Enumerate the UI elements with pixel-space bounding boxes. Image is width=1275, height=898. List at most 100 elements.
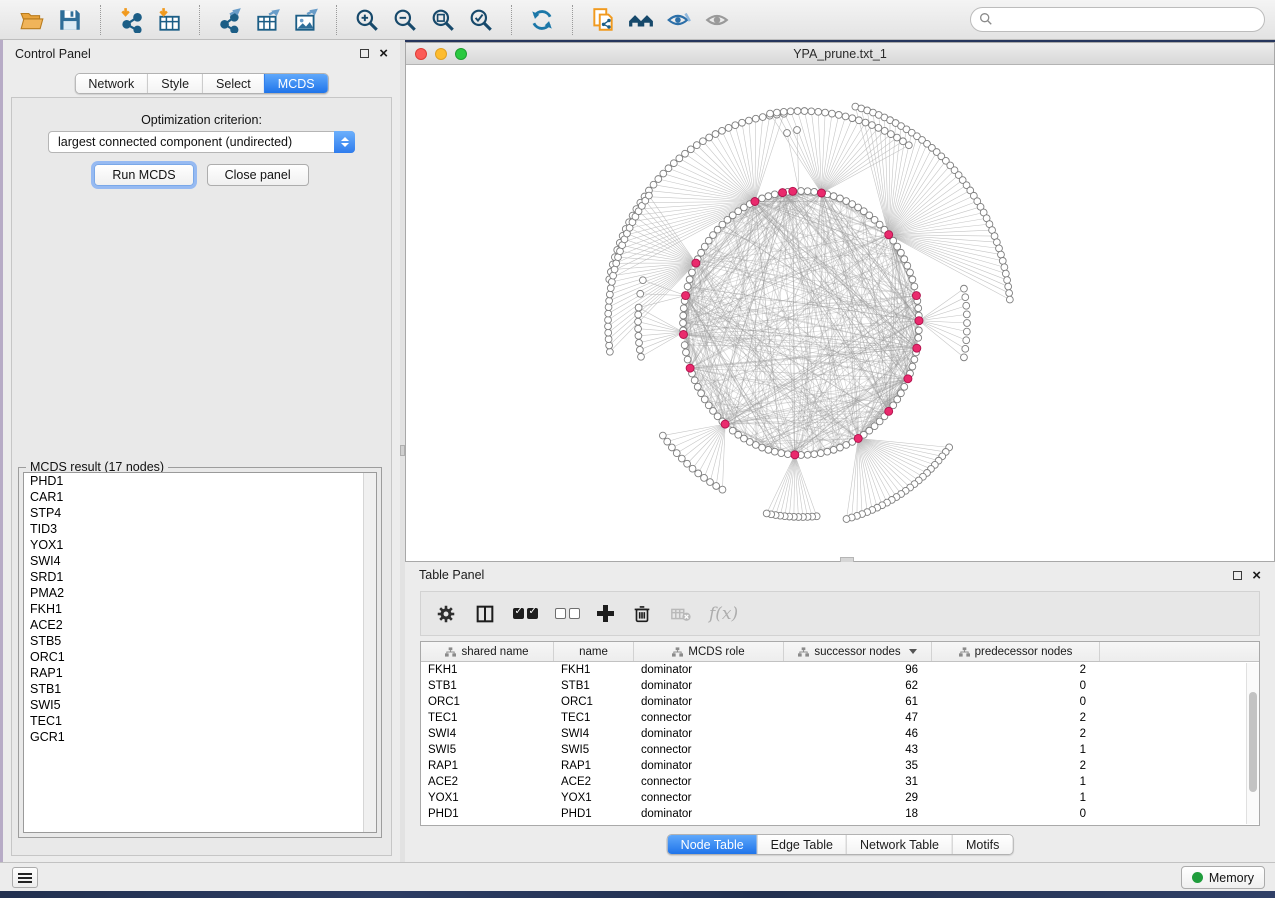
select-all-icon[interactable] <box>513 601 538 627</box>
import-network-icon[interactable] <box>117 6 145 34</box>
mcds-list-scrollbar[interactable] <box>363 473 376 832</box>
mcds-result-item[interactable]: SWI4 <box>24 553 376 569</box>
sort-descending-icon <box>909 649 917 654</box>
zoom-fit-icon[interactable] <box>429 6 457 34</box>
column-header-shared-name[interactable]: shared name <box>421 642 554 661</box>
column-header-predecessor-nodes[interactable]: predecessor nodes <box>932 642 1100 661</box>
search-input[interactable] <box>970 7 1265 32</box>
table-cell: PHD1 <box>554 806 634 822</box>
mcds-result-item[interactable]: STB5 <box>24 633 376 649</box>
mcds-result-item[interactable]: PMA2 <box>24 585 376 601</box>
table-row[interactable]: TEC1TEC1connector472 <box>421 710 1259 726</box>
close-panel-icon[interactable]: × <box>379 49 388 58</box>
mcds-result-item[interactable]: FKH1 <box>24 601 376 617</box>
table-row[interactable]: ACE2ACE2connector311 <box>421 774 1259 790</box>
column-header-successor-nodes[interactable]: successor nodes <box>784 642 932 661</box>
network-window-titlebar[interactable]: YPA_prune.txt_1 <box>406 43 1274 65</box>
network-canvas[interactable] <box>406 65 1274 561</box>
column-header-filler <box>1100 642 1259 661</box>
float-panel-icon[interactable] <box>360 49 369 58</box>
table-row[interactable]: SWI5SWI5connector431 <box>421 742 1259 758</box>
table-row[interactable]: STB1STB1dominator620 <box>421 678 1259 694</box>
column-header-name[interactable]: name <box>554 642 634 661</box>
zoom-in-icon[interactable] <box>353 6 381 34</box>
export-network-icon[interactable] <box>216 6 244 34</box>
toolbar-separator <box>199 5 200 35</box>
toolbar-separator <box>572 5 573 35</box>
mcds-result-item[interactable]: STB1 <box>24 681 376 697</box>
table-scrollbar-thumb[interactable] <box>1249 692 1257 792</box>
table-row[interactable]: ORC1ORC1dominator610 <box>421 694 1259 710</box>
table-settings-gear-icon[interactable] <box>435 601 457 627</box>
node-table-rows: FKH1FKH1dominator962STB1STB1dominator620… <box>421 662 1259 822</box>
import-table-icon[interactable] <box>155 6 183 34</box>
mcds-result-item[interactable]: ORC1 <box>24 649 376 665</box>
float-table-panel-icon[interactable] <box>1233 571 1242 580</box>
tab-motifs[interactable]: Motifs <box>952 835 1012 854</box>
network-graph[interactable] <box>406 65 1274 561</box>
table-cell: 62 <box>784 678 932 694</box>
deselect-all-icon[interactable] <box>555 601 580 627</box>
table-cell: SWI5 <box>554 742 634 758</box>
tab-network-table[interactable]: Network Table <box>846 835 952 854</box>
table-row[interactable]: RAP1RAP1dominator352 <box>421 758 1259 774</box>
tab-edge-table[interactable]: Edge Table <box>757 835 846 854</box>
save-session-icon[interactable] <box>56 6 84 34</box>
column-header-MCDS-role[interactable]: MCDS role <box>634 642 784 661</box>
table-cell: 2 <box>932 726 1100 742</box>
criterion-value: largest connected component (undirected) <box>49 135 334 149</box>
delete-row-icon[interactable] <box>631 601 653 627</box>
zoom-out-icon[interactable] <box>391 6 419 34</box>
show-panels-list-button[interactable] <box>12 867 38 888</box>
table-cell: 35 <box>784 758 932 774</box>
criterion-dropdown[interactable]: largest connected component (undirected) <box>48 131 355 153</box>
open-file-icon[interactable] <box>18 6 46 34</box>
table-row[interactable]: YOX1YOX1connector291 <box>421 790 1259 806</box>
tab-network[interactable]: Network <box>75 74 147 93</box>
table-cell: STB1 <box>554 678 634 694</box>
hide-selected-icon[interactable] <box>665 6 693 34</box>
mcds-result-item[interactable]: SWI5 <box>24 697 376 713</box>
tab-node-table[interactable]: Node Table <box>668 835 757 854</box>
tab-select[interactable]: Select <box>202 74 264 93</box>
table-row[interactable]: PHD1PHD1dominator180 <box>421 806 1259 822</box>
mcds-result-item[interactable]: STP4 <box>24 505 376 521</box>
add-row-icon[interactable] <box>597 601 614 627</box>
table-cell: dominator <box>634 806 784 822</box>
optimization-criterion-label: Optimization criterion: <box>12 113 391 127</box>
mcds-result-item[interactable]: SRD1 <box>24 569 376 585</box>
mcds-result-item[interactable]: YOX1 <box>24 537 376 553</box>
refresh-view-icon[interactable] <box>528 6 556 34</box>
show-column-panel-icon[interactable] <box>474 601 496 627</box>
mcds-result-item[interactable]: GCR1 <box>24 729 376 745</box>
duplicate-network-icon[interactable] <box>589 6 617 34</box>
zoom-selected-icon[interactable] <box>467 6 495 34</box>
mcds-result-item[interactable]: RAP1 <box>24 665 376 681</box>
mcds-result-item[interactable]: PHD1 <box>24 473 376 489</box>
export-image-icon[interactable] <box>292 6 320 34</box>
close-table-panel-icon[interactable]: × <box>1252 571 1261 580</box>
mcds-result-list[interactable]: PHD1CAR1STP4TID3YOX1SWI4SRD1PMA2FKH1ACE2… <box>23 472 377 833</box>
close-panel-button[interactable]: Close panel <box>207 164 309 186</box>
mcds-result-item[interactable]: CAR1 <box>24 489 376 505</box>
memory-button[interactable]: Memory <box>1181 866 1265 889</box>
table-row[interactable]: FKH1FKH1dominator962 <box>421 662 1259 678</box>
tab-mcds[interactable]: MCDS <box>264 74 328 93</box>
table-cell: connector <box>634 742 784 758</box>
mcds-result-item[interactable]: TID3 <box>24 521 376 537</box>
table-cell: 47 <box>784 710 932 726</box>
first-neighbors-icon[interactable] <box>627 6 655 34</box>
mcds-result-item[interactable]: ACE2 <box>24 617 376 633</box>
table-row[interactable]: SWI4SWI4dominator462 <box>421 726 1259 742</box>
table-cell: dominator <box>634 726 784 742</box>
show-all-icon[interactable] <box>703 6 731 34</box>
tab-style[interactable]: Style <box>147 74 202 93</box>
table-cell: 31 <box>784 774 932 790</box>
table-type-tabs: Node TableEdge TableNetwork TableMotifs <box>667 834 1014 855</box>
run-mcds-button[interactable]: Run MCDS <box>94 164 193 186</box>
toolbar-separator <box>100 5 101 35</box>
mcds-result-item[interactable]: TEC1 <box>24 713 376 729</box>
table-cell: 96 <box>784 662 932 678</box>
export-table-icon[interactable] <box>254 6 282 34</box>
table-scrollbar[interactable] <box>1246 663 1259 824</box>
